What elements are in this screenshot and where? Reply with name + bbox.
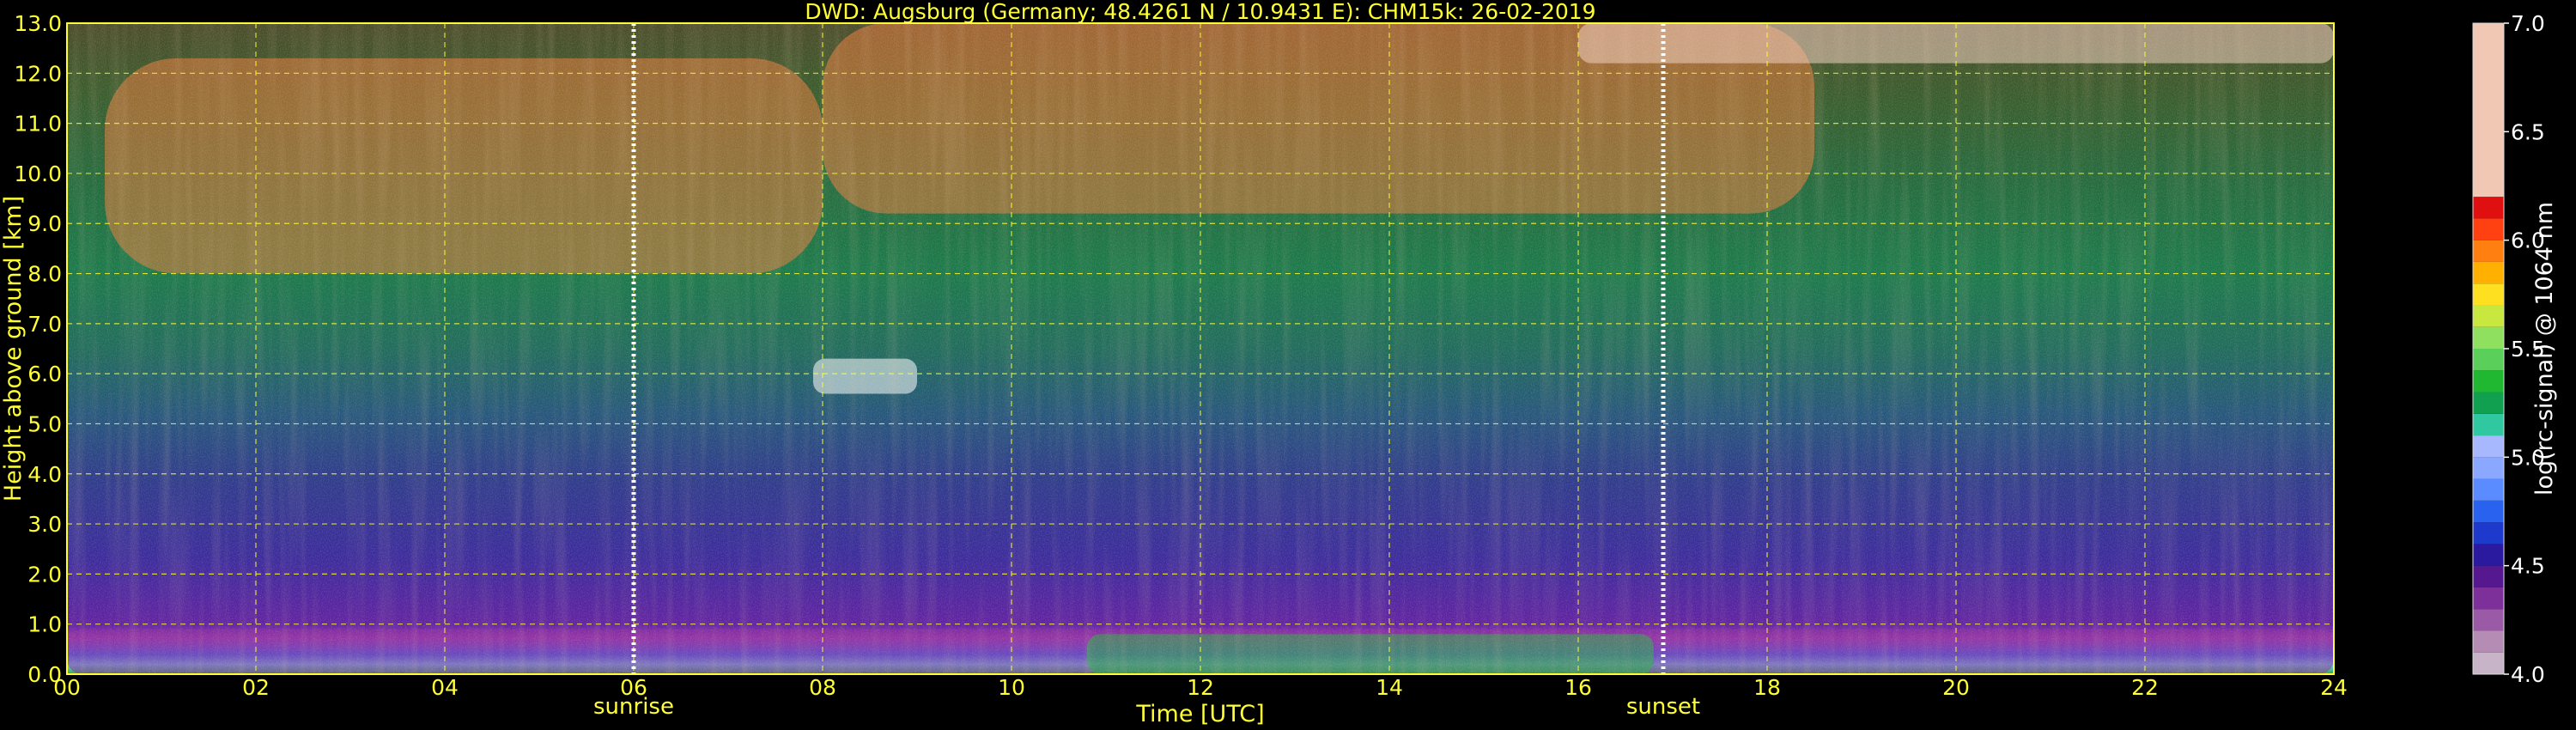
colorbar-cell [2473,305,2504,327]
colorbar-cell [2473,630,2504,653]
x-tick-label: 16 [1564,675,1592,700]
colorbar-cell [2473,23,2504,198]
y-tick-label: 6.0 [27,362,62,386]
x-axis-label: Time [UTC] [1135,701,1264,727]
colorbar-cell [2473,240,2504,262]
y-tick-label: 3.0 [27,512,62,537]
y-tick-label: 13.0 [14,11,62,36]
y-tick-label: 10.0 [14,161,62,186]
y-tick-label: 5.0 [27,411,62,436]
colorbar-cell [2473,587,2504,610]
colorbar-cell [2473,261,2504,284]
x-tick-label: 10 [998,675,1025,700]
y-tick-label: 12.0 [14,61,62,86]
colorbar: 4.04.55.05.56.06.57.0 log(rc-signal) @ 1… [2472,11,2558,687]
colorbar-cell [2473,478,2504,501]
colorbar-cell [2473,413,2504,436]
colorbar-label: log(rc-signal) @ 1064 nm [2531,202,2558,496]
y-axis-label: Height above ground [km] [0,196,27,502]
colorbar-cell [2473,435,2504,458]
colorbar-cell [2473,370,2504,392]
colorbar-cell [2473,326,2504,349]
y-tick-label: 0.0 [27,662,62,687]
x-tick-label: 02 [242,675,270,700]
colorbar-cell [2473,197,2504,219]
x-tick-label: 24 [2320,675,2348,700]
colorbar-cells [2473,23,2504,674]
plot-area [67,23,2334,674]
colorbar-cell [2473,500,2504,523]
colorbar-cell [2473,609,2504,631]
x-tick-label: 22 [2131,675,2159,700]
x-tick-label: 12 [1187,675,1214,700]
colorbar-cell [2473,283,2504,306]
colorbar-cell [2473,457,2504,479]
colorbar-tick-label: 6.5 [2511,119,2545,144]
colorbar-tick-label: 4.5 [2511,554,2545,579]
x-tick-label: 20 [1942,675,1970,700]
y-tick-label: 7.0 [27,312,62,337]
colorbar-cell [2473,565,2504,587]
x-tick-label: 14 [1376,675,1403,700]
y-tick-label: 1.0 [27,612,62,637]
colorbar-cell [2473,522,2504,544]
ceilometer-chart: 00 02 04 06 08 10 12 14 16 18 20 22 24 0.01.02.03.04… [0,0,2558,727]
x-tick-label: 08 [809,675,836,700]
colorbar-tick-label: 4.0 [2511,662,2545,687]
marker-sunset-label: sunset [1626,694,1700,720]
y-tick-label: 2.0 [27,562,62,587]
y-tick-label: 8.0 [27,262,62,287]
x-axis-ticks: 00 02 04 06 08 10 12 14 16 18 20 22 24 [53,675,2348,700]
x-tick-label: 18 [1753,675,1781,700]
colorbar-cell [2473,652,2504,674]
chart-title: DWD: Augsburg (Germany; 48.4261 N / 10.9… [805,0,1595,24]
y-tick-label: 4.0 [27,462,62,487]
marker-sunrise-label: sunrise [593,694,674,720]
colorbar-cell [2473,392,2504,414]
colorbar-cell [2473,349,2504,371]
y-tick-label: 9.0 [27,211,62,236]
colorbar-cell [2473,218,2504,240]
y-tick-label: 11.0 [14,112,62,137]
colorbar-tick-label: 7.0 [2511,11,2545,36]
colorbar-cell [2473,544,2504,566]
x-tick-label: 04 [431,675,459,700]
